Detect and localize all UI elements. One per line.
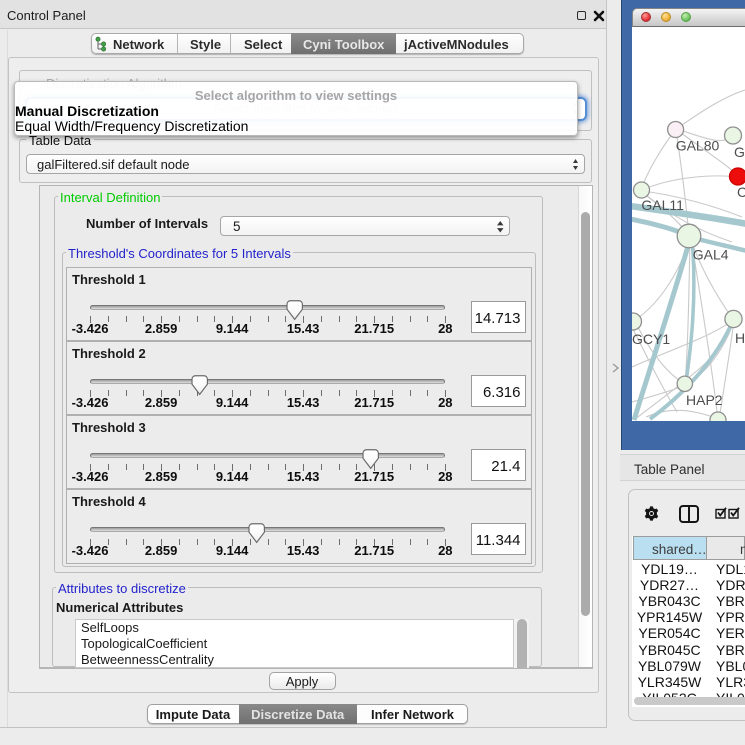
svg-text:H: H (735, 330, 745, 346)
svg-text:GAL11: GAL11 (641, 197, 684, 213)
svg-text:GCY1: GCY1 (632, 331, 670, 347)
svg-text:HAP2: HAP2 (686, 392, 723, 408)
svg-text:GA: GA (734, 144, 745, 160)
svg-text:GAL80: GAL80 (676, 138, 720, 154)
svg-text:C: C (737, 184, 745, 200)
svg-text:GAL4: GAL4 (693, 247, 729, 263)
